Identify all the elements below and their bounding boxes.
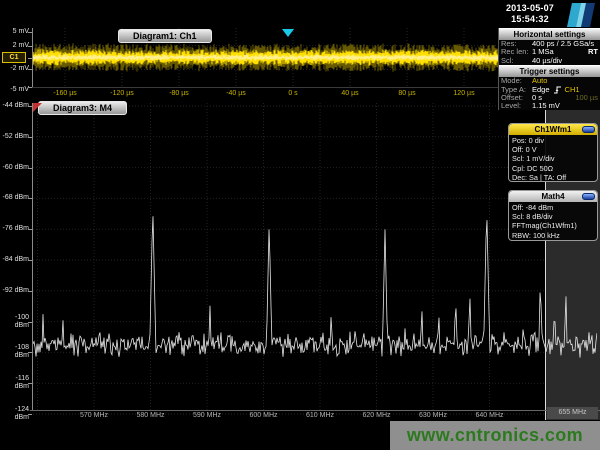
diagram3-y-label: -84 dBm [1, 256, 30, 264]
settings-sidebar: Horizontal settings Res:400 ps / 2.5 GSa… [498, 28, 600, 110]
diagram3-x-label: 620 MHz [363, 411, 391, 420]
math4-info-row-3: RBW: 100 kHz [512, 231, 594, 240]
ch1wfm1-info-box[interactable]: Ch1Wfm1 Pos: 0 divOff: 0 VScl: 1 mV/divC… [508, 123, 598, 182]
diagram3-y-label: -108 dBm [1, 344, 30, 360]
diagram3-x-label: 640 MHz [476, 411, 504, 420]
rohde-schwarz-logo [566, 2, 596, 28]
diagram3-x-label: 600 MHz [250, 411, 278, 420]
diagram3-axis-tick [28, 137, 32, 138]
diagram1-y-label: -2 mV [1, 65, 30, 73]
diagram1-x-label: -40 µs [226, 89, 246, 98]
diagram3-y-label: -92 dBm [1, 287, 30, 295]
diagram3-axis-tick [28, 383, 32, 384]
math4-box-body: Off: -84 dBmScl: 8 dB/divFFTmag(Ch1Wfm1)… [509, 202, 597, 241]
diagram3-x-label: 590 MHz [193, 411, 221, 420]
rising-edge-icon [553, 85, 562, 94]
math4-info-row-2: FFTmag(Ch1Wfm1) [512, 221, 594, 230]
diagram3-y-label: -124 dBm [1, 406, 30, 422]
setting-value: 40 µs/div [532, 57, 562, 65]
diagram3-x-label: 570 MHz [80, 411, 108, 420]
realtime-badge: RT [588, 48, 598, 56]
ch1wfm1-info-row-3: Cpl: DC 50Ω [512, 164, 594, 173]
ch1-noise-trace [33, 28, 500, 87]
diagram1-x-label: -120 µs [110, 89, 134, 98]
watermark-text: www.cntronics.com [407, 425, 583, 446]
diagram1-baseline [28, 87, 500, 88]
diagram1-y-label: 2 mV [1, 42, 30, 50]
diagram3-axis-tick [28, 168, 32, 169]
ch1wfm1-box-body: Pos: 0 divOff: 0 VScl: 1 mV/divCpl: DC 5… [509, 135, 597, 182]
oscilloscope-screen: 2013-05-07 15:54:32 Horizontal settings … [0, 0, 600, 450]
diagram1-axis-tick [28, 87, 32, 88]
time-label: 15:54:32 [498, 14, 562, 25]
m4-waveform-marker-icon [33, 103, 42, 112]
diagram1-y-label: -5 mV [1, 86, 30, 94]
diagram3-x-label: 610 MHz [306, 411, 334, 420]
dim-value: 100 µs [575, 94, 598, 102]
math4-info-row-1: Scl: 8 dB/div [512, 212, 594, 221]
tab-diagram1-ch1[interactable]: Diagram1: Ch1 [118, 29, 212, 43]
diagram1-x-label: 0 s [288, 89, 297, 98]
date-label: 2013-05-07 [498, 3, 562, 14]
diagram3-y-label: -76 dBm [1, 225, 30, 233]
diagram3-y-label: -68 dBm [1, 194, 30, 202]
ch1wfm1-info-row-0: Pos: 0 div [512, 136, 594, 145]
diagram3-y-label: -116 dBm [1, 375, 30, 391]
ch1-offset-marker[interactable]: C1 [2, 52, 26, 63]
horizontal-settings-rows: Res:400 ps / 2.5 GSa/sRec len:1 MSaRTScl… [499, 40, 600, 65]
diagram1-x-label: 80 µs [398, 89, 415, 98]
minimize-toggle-icon[interactable] [582, 193, 595, 200]
diagram1-axis-tick [28, 32, 32, 33]
diagram1-x-label: 120 µs [453, 89, 474, 98]
diagram3-x-label: 630 MHz [419, 411, 447, 420]
ch1wfm1-box-title: Ch1Wfm1 [535, 125, 572, 134]
diagram1-axis-tick [28, 46, 32, 47]
spectrum-edge-frequency-label: 655 MHz [547, 407, 598, 419]
diagram3-axis-tick [28, 229, 32, 230]
setting-label: Level: [501, 102, 532, 110]
diagram3-y-label: -44 dBm [1, 102, 30, 110]
math4-info-box[interactable]: Math4 Off: -84 dBmScl: 8 dB/divFFTmag(Ch… [508, 190, 598, 241]
diagram3-axis-tick [28, 198, 32, 199]
ch1wfm1-info-row-4: Dec: Sa | TA: Off [512, 173, 594, 182]
math4-box-header[interactable]: Math4 [509, 191, 597, 202]
diagram1-axis-tick [28, 58, 32, 59]
math4-box-title: Math4 [541, 192, 564, 201]
tab-diagram3-m4[interactable]: Diagram3: M4 [38, 101, 127, 115]
diagram1-x-label: -160 µs [53, 89, 77, 98]
trigger-settings-rows: Mode:AutoType A:EdgeCH1Offset:0 s100 µsL… [499, 77, 600, 111]
diagram1-x-label: 40 µs [341, 89, 358, 98]
setting-label: Scl: [501, 57, 532, 65]
ch1wfm1-info-row-1: Off: 0 V [512, 145, 594, 154]
diagram3-y-axis [32, 103, 33, 410]
diagram3-axis-tick [28, 322, 32, 323]
diagram1-y-label: 5 mV [1, 28, 30, 36]
ch1wfm1-info-row-2: Scl: 1 mV/div [512, 154, 594, 163]
diagram3-axis-tick [28, 260, 32, 261]
diagram3-y-label: -52 dBm [1, 133, 30, 141]
diagram3-y-label: -100 dBm [1, 314, 30, 330]
trigger-position-marker-icon[interactable] [282, 29, 294, 37]
math4-info-row-0: Off: -84 dBm [512, 203, 594, 212]
diagram1-y-axis [32, 28, 33, 87]
horizontal-settings-row-2[interactable]: Scl:40 µs/div [499, 57, 600, 65]
ch1wfm1-box-header[interactable]: Ch1Wfm1 [509, 124, 597, 135]
diagram1-x-label: -80 µs [169, 89, 189, 98]
diagram3-axis-tick [28, 291, 32, 292]
watermark-strip: www.cntronics.com [390, 421, 600, 450]
datetime-display: 2013-05-07 15:54:32 [498, 3, 562, 25]
diagram3-x-label: 580 MHz [137, 411, 165, 420]
diagram1-axis-tick [28, 69, 32, 70]
diagram3-axis-tick [28, 414, 32, 415]
diagram3-axis-tick [28, 106, 32, 107]
minimize-toggle-icon[interactable] [582, 126, 595, 133]
diagram3-axis-tick [28, 352, 32, 353]
setting-value: 1.15 mV [532, 102, 560, 110]
diagram3-y-label: -60 dBm [1, 164, 30, 172]
trigger-settings-row-3[interactable]: Level:1.15 mV [499, 102, 600, 110]
